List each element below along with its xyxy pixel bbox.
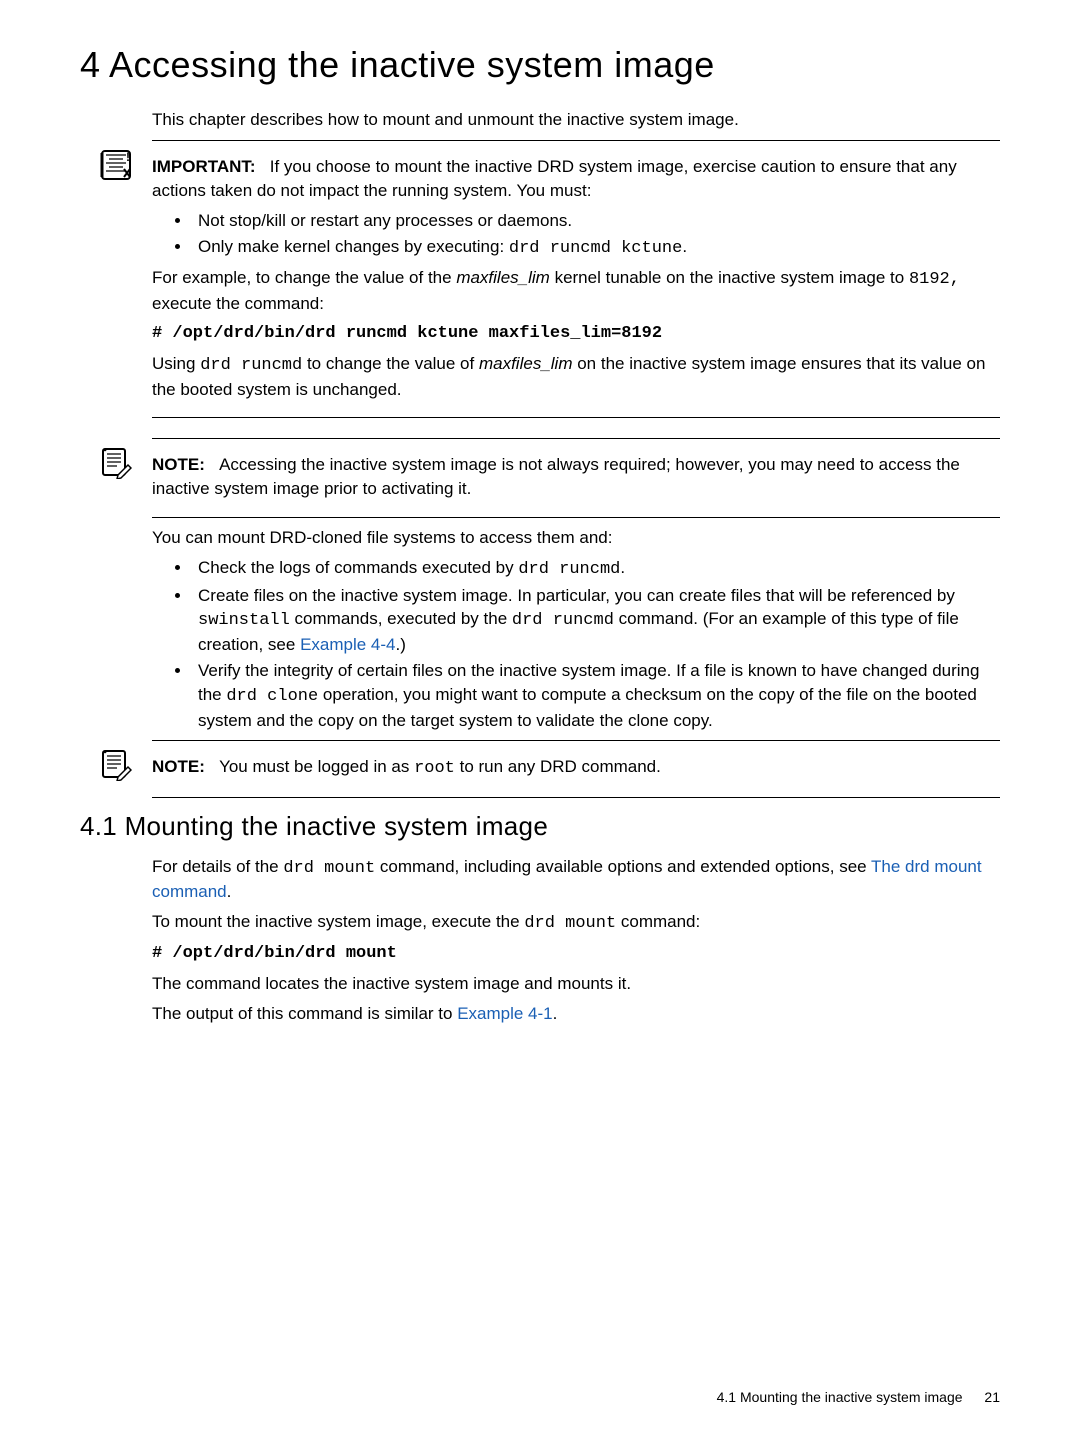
note-icon <box>100 749 132 781</box>
note-callout: NOTE: Accessing the inactive system imag… <box>152 438 1000 518</box>
text: command, including available options and… <box>375 857 871 876</box>
text: You must be logged in as <box>219 757 414 776</box>
note-label: NOTE: <box>152 455 205 474</box>
page-footer: 4.1 Mounting the inactive system image 2… <box>717 1388 1000 1408</box>
note-label: NOTE: <box>152 757 205 776</box>
inline-code: swinstall <box>198 611 290 630</box>
tunable-name: maxfiles_lim <box>479 354 573 373</box>
inline-code: drd clone <box>226 687 318 706</box>
list-item: Check the logs of commands executed by d… <box>192 556 1000 582</box>
text: .) <box>396 635 406 654</box>
svg-text:!: ! <box>126 150 130 164</box>
section-4-1-p1: For details of the drd mount command, in… <box>152 855 1000 905</box>
tunable-name: maxfiles_lim <box>456 268 550 287</box>
important-trailing-para: Using drd runcmd to change the value of … <box>152 352 1000 402</box>
list-item: Only make kernel changes by executing: d… <box>192 235 1000 261</box>
footer-section-text: 4.1 Mounting the inactive system image <box>717 1389 963 1405</box>
section-4-1-p3: The command locates the inactive system … <box>152 972 1000 996</box>
inline-code: drd mount <box>283 859 375 878</box>
section-4-1-p4: The output of this command is similar to… <box>152 1002 1000 1026</box>
inline-code: drd runcmd <box>512 611 614 630</box>
mountlist-intro: You can mount DRD-cloned file systems to… <box>152 526 1000 550</box>
text: For example, to change the value of the <box>152 268 456 287</box>
inline-code: drd mount <box>524 914 616 933</box>
section-4-1-p2: To mount the inactive system image, exec… <box>152 910 1000 936</box>
text: . <box>227 882 232 901</box>
inline-code: 8192, <box>909 270 960 289</box>
important-icon: ! <box>100 149 132 181</box>
text: execute the command: <box>152 294 324 313</box>
inline-code: drd runcmd kctune <box>509 239 682 258</box>
inline-code: drd runcmd <box>518 560 620 579</box>
list-item: Not stop/kill or restart any processes o… <box>192 209 1000 233</box>
text: . <box>620 558 625 577</box>
text: command: <box>616 912 700 931</box>
text: For details of the <box>152 857 283 876</box>
text: kernel tunable on the inactive system im… <box>550 268 909 287</box>
text: to change the value of <box>302 354 479 373</box>
important-label: IMPORTANT: <box>152 157 256 176</box>
chapter-intro: This chapter describes how to mount and … <box>152 108 1000 132</box>
important-bullet-list: Not stop/kill or restart any processes o… <box>192 209 1000 261</box>
important-lead-text: If you choose to mount the inactive DRD … <box>152 157 957 200</box>
text: . <box>553 1004 558 1023</box>
list-item: Verify the integrity of certain files on… <box>192 659 1000 732</box>
important-callout: ! IMPORTANT: If you choose to mount the … <box>152 140 1000 418</box>
important-example-para: For example, to change the value of the … <box>152 266 1000 316</box>
inline-code: drd runcmd <box>200 356 302 375</box>
bullet-text: . <box>682 237 687 256</box>
list-item: Create files on the inactive system imag… <box>192 584 1000 657</box>
page-number: 21 <box>984 1389 1000 1405</box>
text: Using <box>152 354 200 373</box>
mountlist: Check the logs of commands executed by d… <box>192 556 1000 733</box>
bullet-text: Only make kernel changes by executing: <box>198 237 509 256</box>
note-text: NOTE: Accessing the inactive system imag… <box>152 453 1000 501</box>
text: Check the logs of commands executed by <box>198 558 518 577</box>
note-text: NOTE: You must be logged in as root to r… <box>152 755 1000 781</box>
command-block: # /opt/drd/bin/drd runcmd kctune maxfile… <box>152 322 1000 346</box>
text: commands, executed by the <box>290 609 512 628</box>
text: To mount the inactive system image, exec… <box>152 912 524 931</box>
note-body: Accessing the inactive system image is n… <box>152 455 960 498</box>
example-4-1-link[interactable]: Example 4-1 <box>457 1004 552 1023</box>
command-block: # /opt/drd/bin/drd mount <box>152 942 1000 966</box>
section-4-1-heading: 4.1 Mounting the inactive system image <box>80 808 1000 844</box>
text: to run any DRD command. <box>455 757 661 776</box>
chapter-title: 4 Accessing the inactive system image <box>80 40 1000 90</box>
text: Create files on the inactive system imag… <box>198 586 955 605</box>
inline-code: root <box>414 759 455 778</box>
important-lead: IMPORTANT: If you choose to mount the in… <box>152 155 1000 203</box>
note-icon <box>100 447 132 479</box>
example-4-4-link[interactable]: Example 4-4 <box>300 635 395 654</box>
note-callout: NOTE: You must be logged in as root to r… <box>152 740 1000 798</box>
text: The output of this command is similar to <box>152 1004 457 1023</box>
